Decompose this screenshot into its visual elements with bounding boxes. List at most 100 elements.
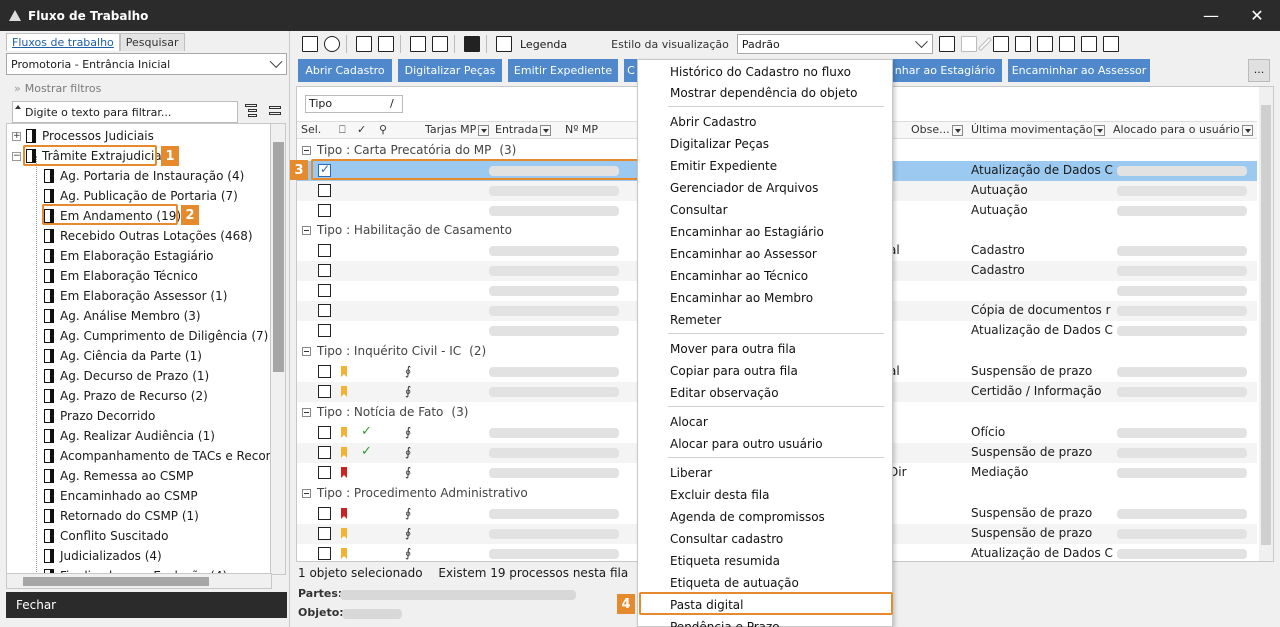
col-observacao[interactable]: Obse... xyxy=(911,123,963,136)
save-document-icon[interactable] xyxy=(464,36,480,52)
consultar-button[interactable]: C xyxy=(624,59,638,82)
menu-item[interactable]: Mover para outra fila xyxy=(670,338,796,360)
send-to-intern-button[interactable]: nhar ao Estagiário xyxy=(888,59,1002,82)
show-filters-link[interactable]: Mostrar filtros xyxy=(14,82,102,95)
menu-item[interactable]: Alocar xyxy=(670,411,708,433)
menu-item[interactable]: Copiar para outra fila xyxy=(670,360,798,382)
close-window-button[interactable]: ✕ xyxy=(1234,0,1280,31)
tree-item[interactable]: + Processos Judiciais xyxy=(12,126,154,146)
menu-item[interactable]: Liberar xyxy=(670,462,712,484)
row-checkbox[interactable] xyxy=(318,304,331,317)
row-checkbox[interactable] xyxy=(318,527,331,540)
tree-item[interactable]: Ag. Ciência da Parte (1) xyxy=(44,346,202,366)
row-checkbox[interactable] xyxy=(318,385,331,398)
menu-item[interactable]: Pendência e Prazo xyxy=(670,616,780,627)
printer-icon[interactable] xyxy=(1102,36,1119,52)
menu-item[interactable]: Remeter xyxy=(670,309,721,331)
menu-item[interactable]: Agenda de compromissos xyxy=(670,506,825,528)
menu-item[interactable]: Emitir Expediente xyxy=(670,155,777,177)
workspace-select[interactable]: Promotoria - Entrância Inicial xyxy=(6,53,287,75)
row-checkbox[interactable] xyxy=(318,204,331,217)
col-sel[interactable]: Sel. xyxy=(301,123,321,136)
emit-expediente-button[interactable]: Emitir Expediente xyxy=(508,59,618,82)
row-checkbox[interactable] xyxy=(318,547,331,560)
legend-button[interactable]: Legenda xyxy=(520,38,567,51)
row-checkbox[interactable] xyxy=(318,426,331,439)
row-checkbox[interactable] xyxy=(318,324,331,337)
menu-item[interactable]: Etiqueta resumida xyxy=(670,550,780,572)
view-style-select[interactable]: Padrão xyxy=(736,34,933,54)
collapse-icon[interactable] xyxy=(302,347,311,356)
menu-item[interactable]: Mostrar dependência do objeto xyxy=(670,82,858,104)
group-by-chip[interactable]: Tipo / xyxy=(305,95,403,113)
digitalize-button[interactable]: Digitalizar Peças xyxy=(398,59,502,82)
tree-scrollbar[interactable] xyxy=(270,123,286,575)
row-checkbox[interactable] xyxy=(318,507,331,520)
collapse-icon[interactable] xyxy=(302,408,311,417)
columns-icon[interactable] xyxy=(992,36,1009,52)
row-checkbox[interactable] xyxy=(318,446,331,459)
tree-item[interactable]: Encaminhado ao CSMP xyxy=(44,486,198,506)
menu-item[interactable]: Gerenciador de Arquivos xyxy=(670,177,818,199)
col-ultima-movimentacao[interactable]: Última movimentação xyxy=(971,123,1106,136)
row-checkbox[interactable] xyxy=(318,244,331,257)
save-view-icon[interactable] xyxy=(938,36,955,52)
tree-item[interactable]: Ag. Remessa ao CSMP xyxy=(44,466,193,486)
menu-item[interactable]: Consultar cadastro xyxy=(670,528,783,550)
tree-item[interactable]: Ag. Decurso de Prazo (1) xyxy=(44,366,209,386)
tree-item[interactable]: Em Elaboração Estagiário xyxy=(44,246,214,266)
menu-item[interactable]: Encaminhar ao Estagiário xyxy=(670,221,824,243)
tree-item[interactable]: Prazo Decorrido xyxy=(44,406,155,426)
filter-view-icon[interactable] xyxy=(1036,36,1053,52)
send-to-assessor-button[interactable]: Encaminhar ao Assessor xyxy=(1008,59,1150,82)
row-checkbox[interactable] xyxy=(318,264,331,277)
menu-item[interactable]: Etiqueta de autuação xyxy=(670,572,799,594)
report-icon[interactable] xyxy=(1014,36,1031,52)
tree-item[interactable]: Ag. Publicação de Portaria (7) xyxy=(44,186,238,206)
menu-item[interactable]: Encaminhar ao Assessor xyxy=(670,243,817,265)
tree-item[interactable]: Ag. Realizar Audiência (1) xyxy=(44,426,215,446)
tree-item[interactable]: Conflito Suscitado xyxy=(44,526,169,546)
menu-item[interactable]: Alocar para outro usuário xyxy=(670,433,823,455)
tree-item[interactable]: Ag. Cumprimento de Diligência (7) xyxy=(44,326,268,346)
tab-pesquisar[interactable]: Pesquisar xyxy=(119,33,185,51)
menu-item[interactable]: Encaminhar ao Membro xyxy=(670,287,813,309)
tree-item[interactable]: Ag. Portaria de Instauração (4) xyxy=(44,166,244,186)
close-button[interactable]: Fechar xyxy=(6,592,287,618)
menu-item[interactable]: Consultar xyxy=(670,199,728,221)
filter-input[interactable]: Digite o texto para filtrar... xyxy=(12,101,238,123)
row-checkbox[interactable] xyxy=(318,184,331,197)
collapse-icon[interactable] xyxy=(302,146,311,155)
more-actions-button[interactable]: ... xyxy=(1248,59,1270,82)
tree-item[interactable]: Em Elaboração Técnico xyxy=(44,266,198,286)
tab-fluxos[interactable]: Fluxos de trabalho xyxy=(6,33,120,51)
collapse-icon[interactable]: − xyxy=(12,151,21,161)
new-document-icon[interactable] xyxy=(302,36,318,52)
remove-group-icon[interactable]: / xyxy=(390,96,394,112)
menu-item[interactable]: Excluir desta fila xyxy=(670,484,769,506)
copy-icon[interactable] xyxy=(378,36,394,52)
export-icon[interactable] xyxy=(432,36,448,52)
col-n-mp[interactable]: Nº MP xyxy=(565,123,598,136)
menu-item[interactable]: Encaminhar ao Técnico xyxy=(670,265,808,287)
col-alocado[interactable]: Alocado para o usuário xyxy=(1113,123,1253,136)
col-clip-icon[interactable]: ⚲ xyxy=(379,123,387,136)
row-checkbox[interactable] xyxy=(318,466,331,479)
collapse-icon[interactable] xyxy=(302,226,311,235)
tree-item[interactable]: Ag. Análise Membro (3) xyxy=(44,306,201,326)
tree-item[interactable]: Retornado do CSMP (1) xyxy=(44,506,199,526)
layout-icon[interactable] xyxy=(1080,36,1097,52)
tree-item[interactable]: Ag. Prazo de Recurso (2) xyxy=(44,386,208,406)
menu-item[interactable]: Editar observação xyxy=(670,382,779,404)
tree-item[interactable]: Recebido Outras Lotações (468) xyxy=(44,226,253,246)
tree-view-icon[interactable] xyxy=(244,104,258,118)
tree-horizontal-scrollbar[interactable] xyxy=(6,573,272,589)
col-check-icon[interactable]: ✓ xyxy=(357,123,366,136)
menu-item[interactable]: Abrir Cadastro xyxy=(670,111,757,133)
row-checkbox[interactable] xyxy=(318,365,331,378)
expand-icon[interactable]: + xyxy=(12,131,21,141)
print-list-icon[interactable] xyxy=(410,36,426,52)
minimize-button[interactable]: — xyxy=(1188,0,1234,31)
collapse-icon[interactable] xyxy=(302,489,311,498)
col-bookmark-icon[interactable]: ⎕ xyxy=(339,123,346,137)
